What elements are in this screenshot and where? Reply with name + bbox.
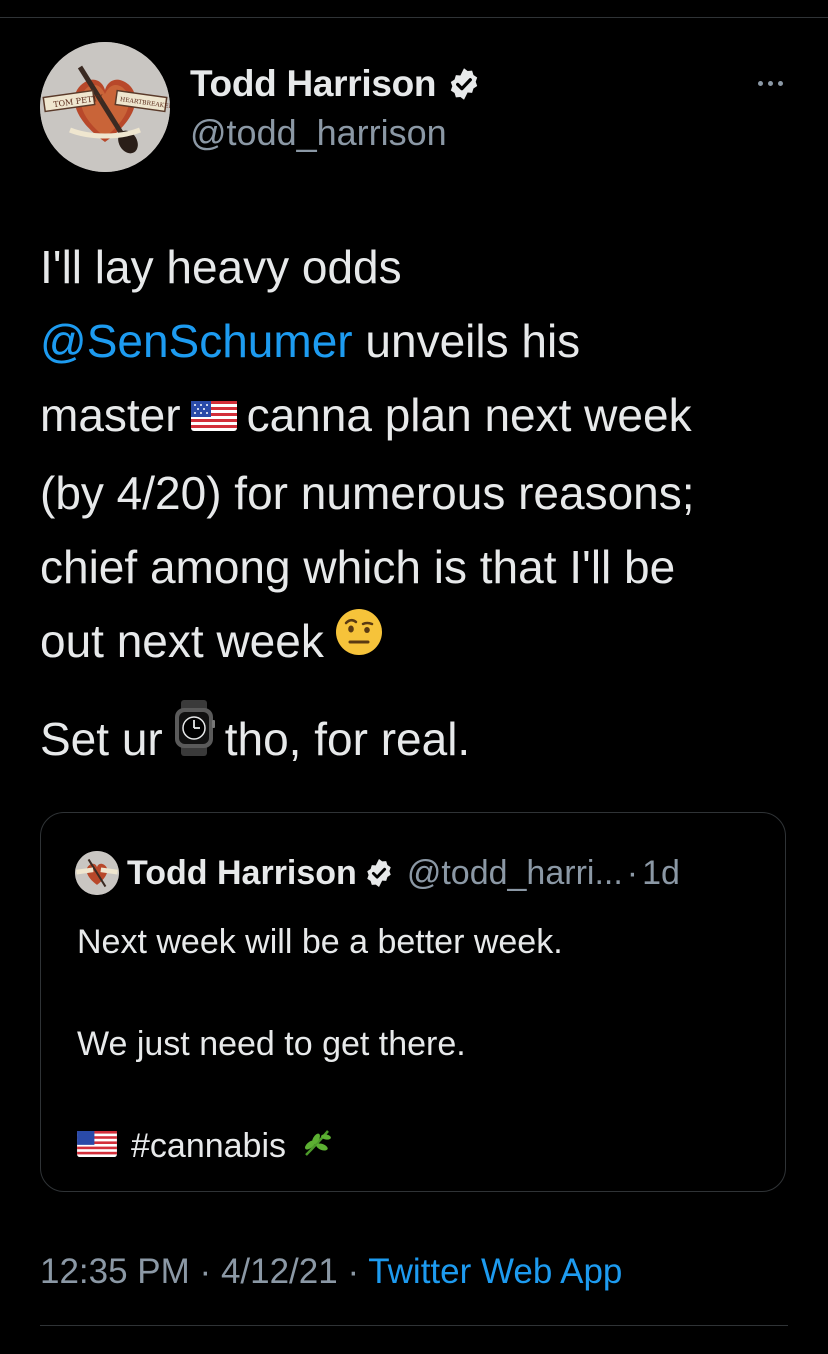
- tweet-text-line: (by 4/20) for numerous reasons;: [40, 466, 695, 519]
- tweet-text-line: Set ur: [40, 712, 163, 765]
- author-avatar[interactable]: TOM PETTY HEARTBREAKERS: [40, 42, 170, 172]
- more-dot-icon: [777, 80, 783, 86]
- author-name-row[interactable]: Todd Harrison: [190, 62, 482, 106]
- meta-separator: ·: [347, 1252, 360, 1291]
- herb-icon: [300, 1125, 334, 1168]
- tweet-paragraph-1: I'll lay heavy odds @SenSchumer unveils …: [40, 230, 800, 682]
- author-name[interactable]: Todd Harrison: [190, 63, 437, 105]
- top-divider: [0, 17, 828, 18]
- raised-eyebrow-face-icon: [334, 604, 384, 678]
- tweet-text-line: master: [40, 389, 181, 441]
- quoted-tweet-hashtag-line: #cannabis: [77, 1125, 334, 1168]
- more-dot-icon: [757, 80, 763, 86]
- tweet-text-line: unveils his: [352, 315, 581, 367]
- mention-link[interactable]: @SenSchumer: [40, 315, 353, 367]
- tweet-text-line: chief among which is that I'll be: [40, 540, 676, 593]
- quoted-separator: ·: [626, 853, 639, 892]
- tweet-text-line: canna plan next week: [246, 389, 692, 441]
- bottom-divider: [40, 1325, 788, 1326]
- meta-separator: ·: [199, 1252, 212, 1291]
- verified-badge-icon: [363, 857, 395, 889]
- tweet-source-link[interactable]: Twitter Web App: [368, 1252, 622, 1291]
- tweet-time[interactable]: 12:35 PM: [40, 1252, 190, 1291]
- tweet-meta: 12:35 PM · 4/12/21 · Twitter Web App: [40, 1252, 622, 1292]
- us-flag-icon: [77, 1127, 117, 1166]
- more-dot-icon: [767, 80, 773, 86]
- quoted-tweet-card[interactable]: Todd Harrison @todd_harri... · 1d Next w…: [40, 812, 786, 1192]
- tweet-date[interactable]: 4/12/21: [221, 1252, 338, 1291]
- tweet-text-line: out next week: [40, 614, 324, 667]
- quoted-tweet-age: 1d: [642, 853, 680, 892]
- quoted-tweet-line: Next week will be a better week.: [77, 923, 563, 961]
- more-options-button[interactable]: [750, 70, 790, 96]
- author-handle[interactable]: @todd_harrison: [190, 112, 447, 154]
- tweet-text-line: I'll lay heavy odds: [40, 241, 402, 293]
- watch-icon: [173, 700, 215, 777]
- quoted-tweet-header: Todd Harrison @todd_harri... · 1d: [75, 851, 680, 895]
- quoted-tweet-line: We just need to get there.: [77, 1025, 466, 1063]
- quoted-author-avatar: [75, 851, 119, 895]
- quoted-author-handle: @todd_harri...: [406, 853, 623, 892]
- verified-badge-icon: [446, 66, 482, 102]
- tweet-paragraph-2: Set ur tho, for real.: [40, 700, 800, 781]
- quoted-author-name: Todd Harrison: [127, 853, 357, 892]
- tweet-text-line: tho, for real.: [224, 712, 471, 765]
- us-flag-icon: [190, 378, 237, 452]
- hashtag-link[interactable]: #cannabis: [131, 1127, 286, 1166]
- tweet-text: I'll lay heavy odds @SenSchumer unveils …: [40, 230, 800, 781]
